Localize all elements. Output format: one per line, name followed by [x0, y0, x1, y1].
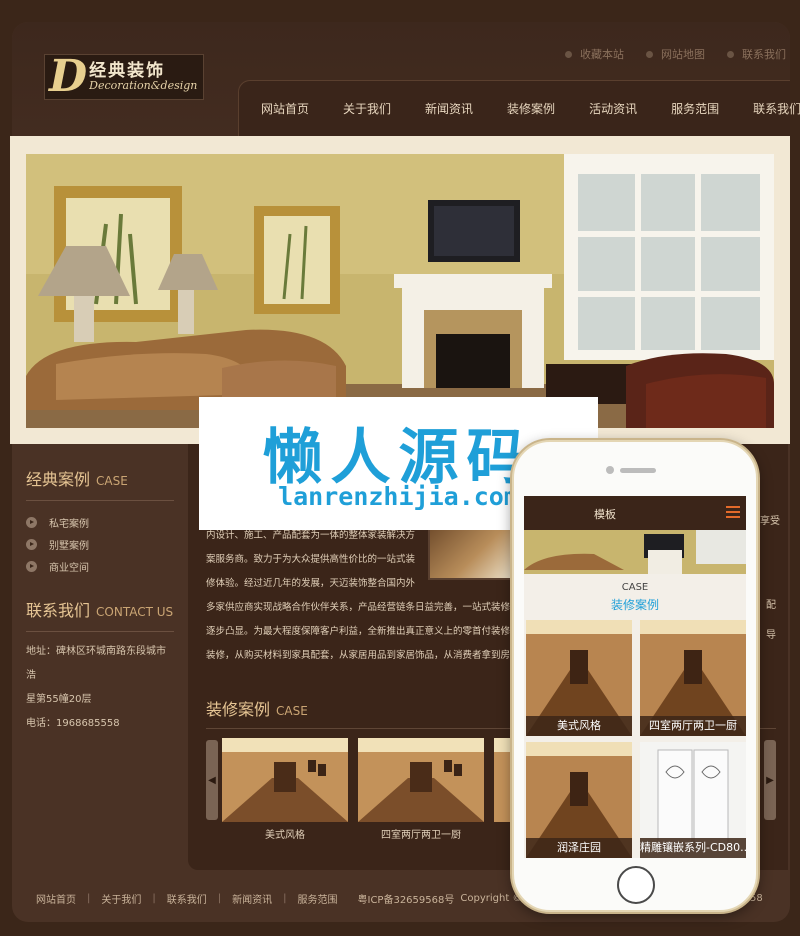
about-text-wide: 多家供应商实现战略合作伙伴关系，产品经营链条日益完善，一站式装修 逐步凸显。为最… — [206, 602, 520, 661]
footer-link-contact[interactable]: 联系我们 — [167, 891, 207, 906]
footer-icp[interactable]: 粤ICP备32659568号 — [358, 891, 455, 906]
logo-letter: D — [49, 51, 88, 102]
case-caption: 美式风格 — [265, 830, 305, 841]
nav-item-cases[interactable]: 装修案例 — [507, 100, 555, 117]
arrow-right-icon — [26, 538, 37, 550]
bullet-icon — [727, 50, 734, 58]
nav-item-home[interactable]: 网站首页 — [261, 100, 309, 117]
mobile-header: 模板 — [524, 496, 746, 530]
footer-link-services[interactable]: 服务范围 — [298, 891, 338, 906]
speaker-icon — [620, 468, 656, 473]
footer-link-news[interactable]: 新闻资讯 — [232, 891, 272, 906]
nav-item-news[interactable]: 新闻资讯 — [425, 100, 473, 117]
banner-image — [26, 154, 774, 428]
phone-screen: 模板 CASE 装修案例 美式风格 四室两厅两卫一厨 润泽庄园 精雕镶嵌系列-C… — [524, 496, 746, 858]
bullet-icon — [565, 50, 572, 58]
case-thumb[interactable] — [358, 738, 484, 822]
sidebar-contact-title: 联系我们 CONTACT US — [26, 597, 174, 632]
case-thumb[interactable] — [494, 738, 514, 822]
case-thumb[interactable] — [222, 738, 348, 822]
toplink-contact[interactable]: 联系我们 — [727, 46, 786, 62]
mobile-case-title: 装修案例 — [610, 598, 659, 612]
about-photo — [428, 522, 518, 580]
text-fragment: 导 — [766, 630, 776, 641]
contact-address-line1: 地址：碑林区环城南路东段城市浩 — [26, 646, 166, 681]
bullet-icon — [646, 50, 653, 58]
text-fragment: 享受 — [760, 516, 780, 527]
mobile-case-tile[interactable]: 美式风格 — [526, 620, 632, 736]
menu-icon[interactable] — [726, 506, 740, 518]
case-caption: 四室两厅两卫一厨 — [381, 830, 461, 841]
camera-icon — [606, 466, 614, 474]
logo-en: Decoration&design — [89, 79, 198, 93]
top-links: 收藏本站 网站地图 联系我们 — [565, 46, 786, 62]
nav-item-about[interactable]: 关于我们 — [343, 100, 391, 117]
footer-link-about[interactable]: 关于我们 — [101, 891, 141, 906]
arrow-right-icon — [26, 516, 37, 528]
footer-link-home[interactable]: 网站首页 — [36, 891, 76, 906]
toplink-sitemap[interactable]: 网站地图 — [646, 46, 705, 62]
phone-mockup: 模板 CASE 装修案例 美式风格 四室两厅两卫一厨 润泽庄园 精雕镶嵌系列-C… — [512, 440, 758, 912]
mobile-banner — [524, 530, 746, 574]
home-button[interactable] — [617, 866, 655, 904]
cases-next-button[interactable]: ▶ — [764, 740, 776, 820]
contact-phone: 电话：1968685558 — [26, 718, 120, 729]
main-nav: 网站首页 关于我们 新闻资讯 装修案例 活动资讯 服务范围 联系我们 — [238, 80, 800, 136]
nav-item-services[interactable]: 服务范围 — [671, 100, 719, 117]
mobile-case-tile[interactable]: 四室两厅两卫一厨 — [640, 620, 746, 736]
logo-cn: 经典装饰 — [89, 60, 166, 81]
mobile-case-tile[interactable]: 精雕镶嵌系列-CD80... — [640, 742, 746, 858]
text-fragment: 配 — [766, 600, 776, 611]
chevron-left-icon: ◀ — [208, 774, 216, 786]
toplink-bookmark[interactable]: 收藏本站 — [565, 46, 624, 62]
sidebar-item-commercial[interactable]: 商业空间 — [26, 555, 174, 577]
cases-prev-button[interactable]: ◀ — [206, 740, 218, 820]
mobile-case-tile[interactable]: 润泽庄园 — [526, 742, 632, 858]
chevron-right-icon: ▶ — [766, 774, 774, 786]
sidebar-item-villa[interactable]: 别墅案例 — [26, 533, 174, 555]
arrow-right-icon — [26, 560, 37, 572]
logo[interactable]: D 经典装饰 Decoration&design — [44, 54, 204, 100]
nav-item-events[interactable]: 活动资讯 — [589, 100, 637, 117]
contact-address-line2: 星第55幢20层 — [26, 694, 92, 705]
mobile-header-title: 模板 — [594, 508, 616, 521]
nav-item-contact[interactable]: 联系我们 — [753, 100, 800, 117]
mobile-case-en: CASE — [621, 582, 649, 593]
sidebar-item-private[interactable]: 私宅案例 — [26, 511, 174, 533]
sidebar-case-title: 经典案例 CASE — [26, 466, 174, 501]
sidebar: 经典案例 CASE 私宅案例 别墅案例 商业空间 联系我们 CONTACT US 地… — [12, 444, 188, 864]
